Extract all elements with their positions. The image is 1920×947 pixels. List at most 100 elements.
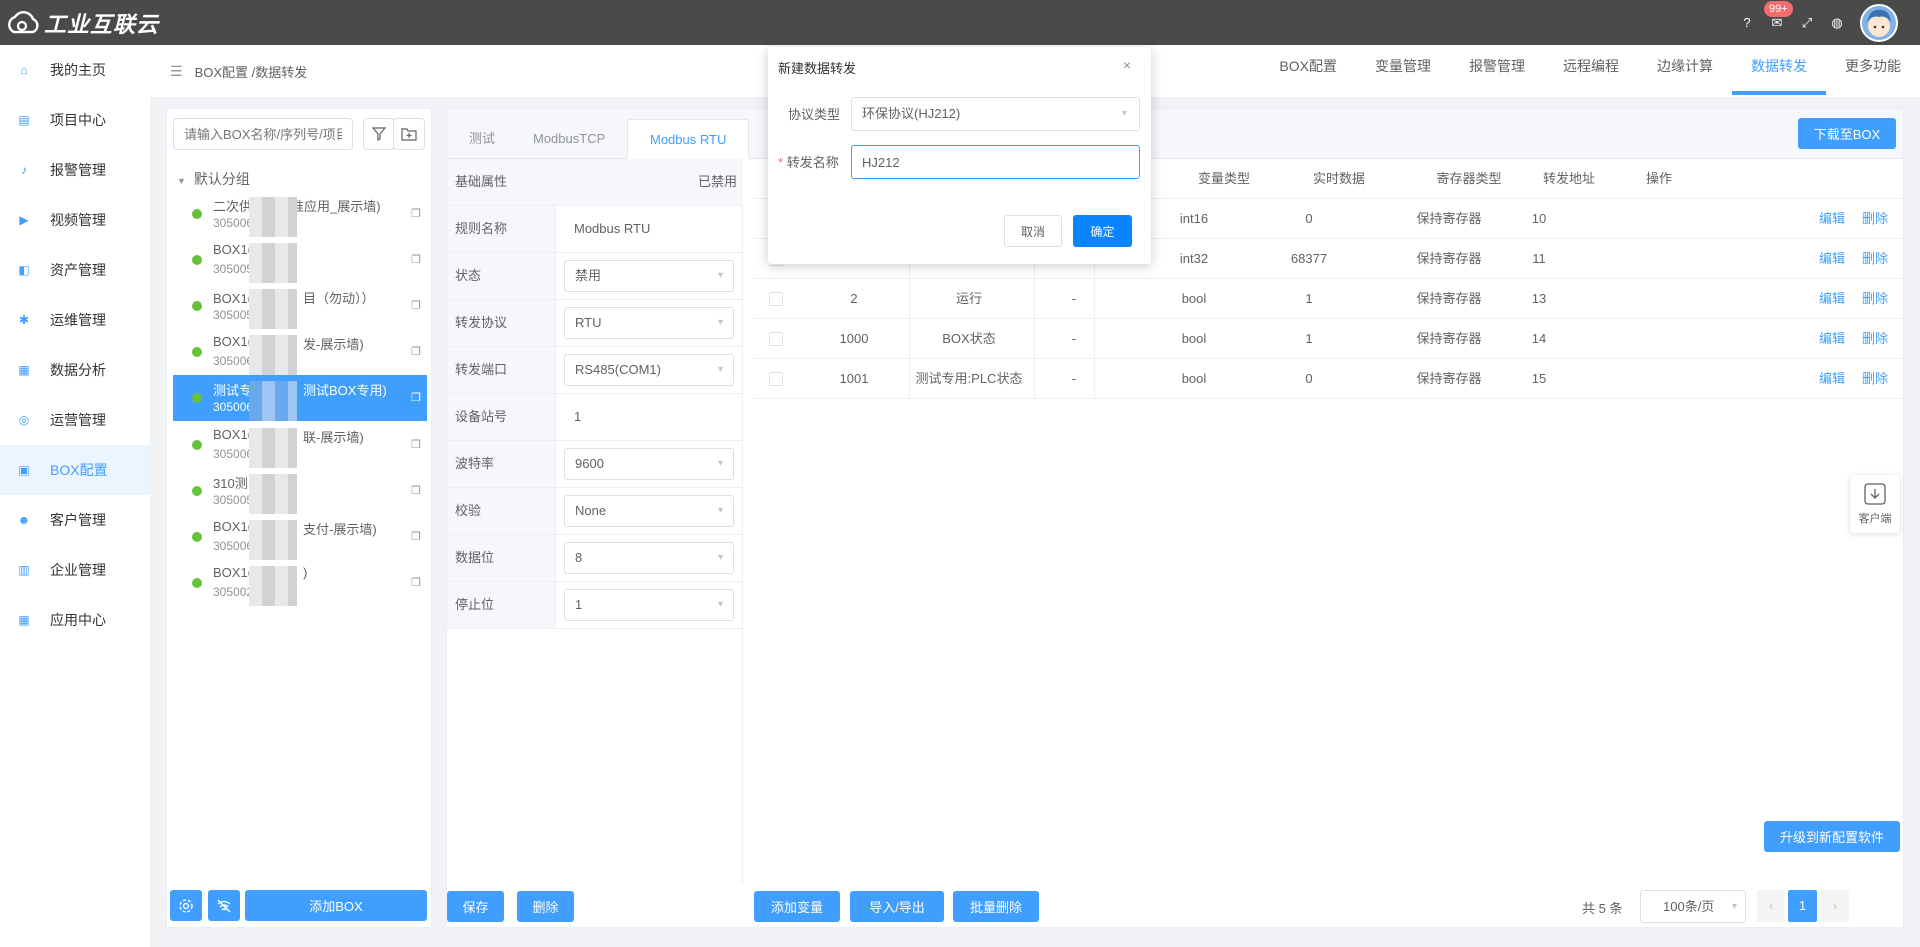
forward-name-input[interactable]: [851, 145, 1140, 179]
sidebar-item-5[interactable]: ✱ 运维管理: [0, 295, 150, 345]
avatar[interactable]: [1860, 3, 1898, 42]
edit-link[interactable]: 编辑: [1817, 199, 1847, 239]
table-row[interactable]: 1000 BOX状态 - bool 1 保持寄存器 14 编辑 删除: [754, 319, 1903, 359]
page-size-select[interactable]: 100条/页 ▾: [1640, 890, 1746, 923]
row-checkbox[interactable]: [769, 292, 783, 306]
edit-link[interactable]: 编辑: [1817, 239, 1847, 279]
settings-button[interactable]: [170, 890, 202, 921]
nav-tab-4[interactable]: 边缘计算: [1638, 45, 1732, 95]
property-select[interactable]: 1 ▾: [564, 589, 734, 621]
copy-icon[interactable]: ❐: [411, 391, 421, 404]
privacy-mosaic: [249, 428, 297, 468]
nav-tab-5[interactable]: 数据转发: [1732, 45, 1826, 95]
mail-icon[interactable]: ✉ 99+: [1764, 0, 1793, 31]
import-export-button[interactable]: 导入/导出: [850, 891, 944, 922]
box-search-input[interactable]: [173, 118, 353, 150]
device-list-item[interactable]: 二次供水(A标准应用_展示墙)3050060❐: [173, 191, 427, 237]
next-page-button[interactable]: ›: [1821, 890, 1849, 922]
add-variable-button[interactable]: 添加变量: [754, 891, 840, 922]
row-checkbox[interactable]: [769, 372, 783, 386]
filter-button[interactable]: [363, 118, 395, 150]
cancel-button[interactable]: 取消: [1004, 215, 1062, 247]
edit-link[interactable]: 编辑: [1817, 319, 1847, 359]
sidebar-item-1[interactable]: ▤ 项目中心: [0, 95, 150, 145]
save-button[interactable]: 保存: [447, 891, 504, 922]
copy-icon[interactable]: ❐: [411, 299, 421, 312]
delete-link[interactable]: 删除: [1860, 239, 1890, 279]
device-list-item[interactable]: BOX1(305006 ❐ 联-展示墙): [173, 422, 427, 468]
property-select[interactable]: RTU ▾: [564, 307, 734, 339]
row-checkbox[interactable]: [769, 332, 783, 346]
logo[interactable]: 工业互联云: [6, 7, 159, 39]
sidebar-item-2[interactable]: ♪ 报警管理: [0, 145, 150, 195]
nav-tab-3[interactable]: 远程编程: [1544, 45, 1638, 95]
copy-icon[interactable]: ❐: [411, 484, 421, 497]
property-select[interactable]: None ▾: [564, 495, 734, 527]
globe-icon[interactable]: ◍: [1830, 15, 1844, 31]
sidebar-item-label: 客户管理: [50, 512, 106, 528]
property-select[interactable]: RS485(COM1) ▾: [564, 354, 734, 386]
property-select[interactable]: 禁用 ▾: [564, 260, 734, 292]
property-select[interactable]: 9600 ▾: [564, 448, 734, 480]
delete-link[interactable]: 删除: [1860, 359, 1890, 399]
delete-rule-button[interactable]: 删除: [517, 891, 574, 922]
forward-tab-2[interactable]: Modbus RTU: [627, 119, 750, 159]
close-icon[interactable]: ×: [1123, 57, 1131, 73]
nav-tab-0[interactable]: BOX配置: [1260, 45, 1356, 95]
client-download-widget[interactable]: 客户端: [1850, 475, 1900, 533]
delete-link[interactable]: 删除: [1860, 199, 1890, 239]
forward-tab-0[interactable]: 测试: [447, 119, 517, 159]
add-folder-button[interactable]: [393, 118, 425, 150]
table-row[interactable]: 2 运行 - bool 1 保持寄存器 13 编辑 删除: [754, 279, 1903, 319]
sidebar-item-4[interactable]: ◧ 资产管理: [0, 245, 150, 295]
help-icon[interactable]: ?: [1740, 15, 1754, 30]
copy-icon[interactable]: ❐: [411, 438, 421, 451]
collapse-menu-icon[interactable]: ☰: [170, 63, 183, 80]
device-list-item[interactable]: BOX1(305006 ❐ 支付-展示墙): [173, 514, 427, 560]
sidebar-item-11[interactable]: ▦ 应用中心: [0, 595, 150, 645]
batch-delete-button[interactable]: 批量删除: [953, 891, 1039, 922]
delete-link[interactable]: 删除: [1860, 279, 1890, 319]
table-row[interactable]: 1001 测试专用:PLC状态 - bool 0 保持寄存器 15 编辑 删除: [754, 359, 1903, 399]
sidebar-item-6[interactable]: ▦ 数据分析: [0, 345, 150, 395]
nav-tab-2[interactable]: 报警管理: [1450, 45, 1544, 95]
edit-link[interactable]: 编辑: [1817, 359, 1847, 399]
device-list-item[interactable]: 测试专 305006 ❐ 测试BOX专用): [173, 375, 427, 421]
offline-button[interactable]: [208, 890, 240, 921]
upgrade-software-button[interactable]: 升级到新配置软件: [1764, 821, 1900, 852]
copy-icon[interactable]: ❐: [411, 207, 421, 220]
device-list-item[interactable]: BOX1(A 3050061 ❐ 发-展示墙): [173, 329, 427, 375]
sidebar-item-10[interactable]: ▥ 企业管理: [0, 545, 150, 595]
forward-tab-1[interactable]: ModbusTCP: [511, 119, 627, 159]
download-to-box-button[interactable]: 下载至BOX: [1798, 118, 1896, 149]
table-cell-name: 运行: [955, 291, 982, 306]
device-serial: 305006: [213, 447, 254, 461]
sidebar-item-9[interactable]: ☻ 客户管理: [0, 495, 150, 545]
prev-page-button[interactable]: ‹: [1757, 890, 1785, 922]
property-select[interactable]: 8 ▾: [564, 542, 734, 574]
confirm-button[interactable]: 确定: [1073, 215, 1132, 247]
device-list-item[interactable]: BOX1(6 3050050 ❐: [173, 237, 427, 283]
page-1-button[interactable]: 1: [1788, 890, 1817, 922]
chevron-down-icon: ▾: [717, 552, 723, 563]
fullscreen-icon[interactable]: ⤢: [1800, 15, 1814, 31]
copy-icon[interactable]: ❐: [411, 530, 421, 543]
device-group[interactable]: ▼ 默认分组: [177, 169, 250, 189]
forward-name-label: * 转发名称: [778, 152, 839, 171]
device-list-item[interactable]: BOX1(305002 ❐): [173, 560, 427, 606]
delete-link[interactable]: 删除: [1860, 319, 1890, 359]
device-list-item[interactable]: BOX1(云 3050050 ❐ 目（勿动））: [173, 283, 427, 329]
edit-link[interactable]: 编辑: [1817, 279, 1847, 319]
copy-icon[interactable]: ❐: [411, 253, 421, 266]
add-box-button[interactable]: 添加BOX: [245, 890, 427, 921]
device-list-item[interactable]: 310测 305005 ❐: [173, 468, 427, 514]
sidebar-item-0[interactable]: ⌂ 我的主页: [0, 45, 150, 95]
sidebar-item-8[interactable]: ▣ BOX配置: [0, 445, 150, 495]
nav-tab-6[interactable]: 更多功能: [1826, 45, 1920, 95]
nav-tab-1[interactable]: 变量管理: [1356, 45, 1450, 95]
copy-icon[interactable]: ❐: [411, 345, 421, 358]
sidebar-item-7[interactable]: ◎ 运营管理: [0, 395, 150, 445]
protocol-select[interactable]: 环保协议(HJ212) ▾: [851, 97, 1140, 131]
sidebar-item-3[interactable]: ▶ 视频管理: [0, 195, 150, 245]
copy-icon[interactable]: ❐: [411, 576, 421, 589]
